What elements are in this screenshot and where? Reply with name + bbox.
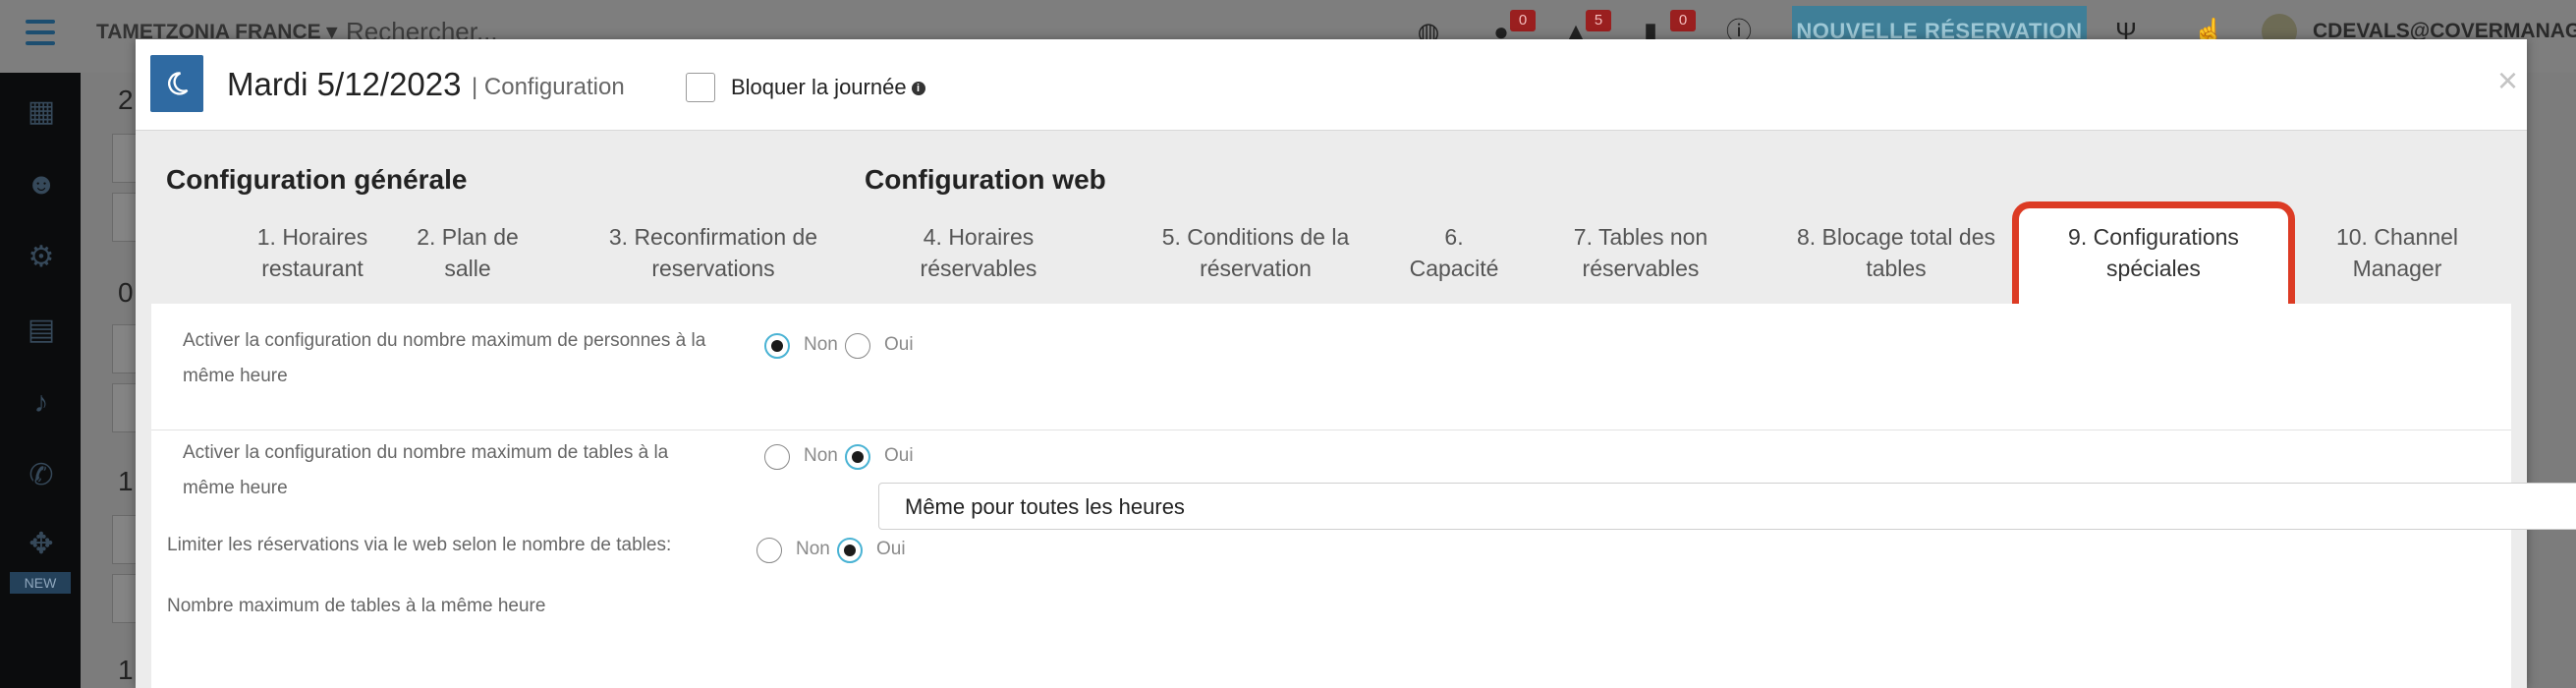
tab-tables-non-reservables[interactable]: 7. Tables non réservables bbox=[1542, 221, 1739, 284]
setting-label-max-persons: Activer la configuration du nombre maxim… bbox=[183, 330, 706, 386]
new-badge: NEW bbox=[10, 572, 71, 594]
tab-plan-de-salle[interactable]: 2. Plan de salle bbox=[403, 221, 532, 284]
calendar-icon[interactable]: ▦ bbox=[24, 94, 59, 130]
radio-label-oui: Oui bbox=[884, 445, 914, 466]
section-title-general: Configuration générale bbox=[166, 164, 468, 195]
tab-configurations-speciales[interactable]: 9. Configurations spéciales bbox=[2038, 221, 2269, 284]
modal-subtitle: | Configuration bbox=[472, 74, 625, 100]
gear-icon[interactable]: ⚙ bbox=[24, 240, 59, 275]
sidebar: ▦ ☻ ⚙ ▤ ♪ ✆ ✥ NEW bbox=[0, 73, 81, 688]
row-number: 0 bbox=[118, 277, 134, 308]
radio-label-non: Non bbox=[804, 445, 838, 466]
limit-web-yes-radio[interactable] bbox=[837, 538, 863, 563]
radio-label-oui: Oui bbox=[884, 334, 914, 355]
setting-label-limit-web: Limiter les réservations via le web selo… bbox=[167, 535, 672, 555]
max-tables-hour-select[interactable]: Même pour toutes les heures bbox=[878, 483, 2576, 530]
radio-label-non: Non bbox=[804, 334, 838, 355]
tab-horaires-reservables[interactable]: 4. Horaires réservables bbox=[910, 221, 1047, 284]
notification-badge: 0 bbox=[1670, 10, 1696, 31]
setting-label-max-tables: Activer la configuration du nombre maxim… bbox=[183, 442, 669, 498]
max-tables-no-radio[interactable] bbox=[764, 444, 790, 470]
configuration-modal: Mardi 5/12/2023 | Configuration Bloquer … bbox=[136, 39, 2576, 688]
moon-icon bbox=[150, 55, 203, 112]
notification-badge: 0 bbox=[1510, 10, 1536, 31]
max-tables-yes-radio[interactable] bbox=[845, 444, 870, 470]
section-title-web: Configuration web bbox=[865, 164, 1106, 195]
radio-label-non: Non bbox=[796, 539, 830, 559]
row-number: 2 bbox=[118, 85, 134, 115]
radio-label-oui: Oui bbox=[876, 539, 906, 559]
smiley-icon[interactable]: ☻ bbox=[24, 167, 59, 202]
phone-icon[interactable]: ✆ bbox=[24, 458, 59, 493]
modal-title-date: Mardi 5/12/2023 bbox=[227, 66, 462, 102]
row-number: 1 bbox=[118, 655, 134, 685]
row-number: 1 bbox=[118, 466, 134, 496]
limit-web-no-radio[interactable] bbox=[756, 538, 782, 563]
puzzle-icon[interactable]: ✥ bbox=[24, 527, 59, 562]
tab-conditions-reservation[interactable]: 5. Conditions de la réservation bbox=[1136, 221, 1375, 284]
close-icon[interactable]: × bbox=[2497, 63, 2518, 98]
hamburger-menu-icon[interactable] bbox=[26, 20, 55, 49]
select-value: Même pour toutes les heures bbox=[905, 494, 1185, 519]
tab-capacite[interactable]: 6. Capacité bbox=[1395, 221, 1513, 284]
setting-label-max-tables-hour: Nombre maximum de tables à la même heure bbox=[167, 596, 546, 616]
max-persons-no-radio[interactable] bbox=[764, 333, 790, 359]
block-day-checkbox[interactable] bbox=[686, 73, 715, 102]
modal-header: Mardi 5/12/2023 | Configuration Bloquer … bbox=[136, 39, 2527, 131]
configuration-area: Configuration générale Configuration web… bbox=[136, 131, 2576, 688]
bell-icon[interactable]: ♪ bbox=[24, 385, 59, 421]
tab-blocage-total[interactable]: 8. Blocage total des tables bbox=[1770, 221, 2022, 284]
tab-channel-manager[interactable]: 10. Channel Manager bbox=[2313, 221, 2482, 284]
tab-reconfirmation[interactable]: 3. Reconfirmation de reservations bbox=[584, 221, 843, 284]
notification-badge: 5 bbox=[1586, 10, 1611, 31]
info-icon[interactable]: i bbox=[911, 82, 925, 96]
max-persons-yes-radio[interactable] bbox=[845, 333, 870, 359]
tab-horaires-restaurant[interactable]: 1. Horaires restaurant bbox=[218, 221, 407, 284]
chart-icon[interactable]: ▤ bbox=[24, 313, 59, 348]
block-day-label: Bloquer la journée i bbox=[731, 75, 925, 100]
